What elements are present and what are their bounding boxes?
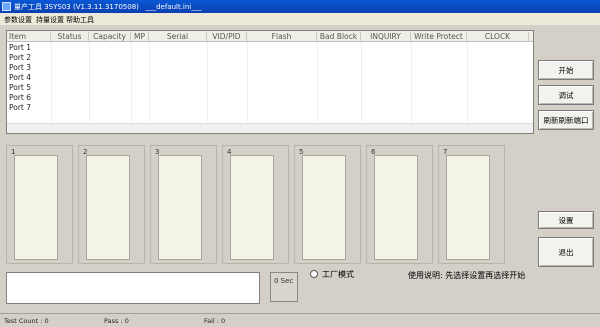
column-divider xyxy=(149,42,150,122)
column-divider xyxy=(207,42,208,122)
col-write-protect[interactable]: Write Protect xyxy=(411,32,467,42)
port-panel-display xyxy=(302,155,346,260)
table-row[interactable]: Port 6 xyxy=(9,93,31,103)
col-serial[interactable]: Serial xyxy=(149,32,207,42)
port-panel-4: 4 xyxy=(222,145,289,264)
port-panel-3: 3 xyxy=(150,145,217,264)
column-divider xyxy=(247,42,248,122)
column-divider xyxy=(51,42,52,122)
table-row[interactable]: Port 1 xyxy=(9,43,31,53)
column-divider xyxy=(411,42,412,122)
factory-mode-label: 工厂模式 xyxy=(322,270,354,279)
port-panel-display xyxy=(230,155,274,260)
title-bar: 量产工具 3SYS03 (V1.3.11.3170508) ___default… xyxy=(0,0,600,13)
start-button[interactable]: 开始 xyxy=(538,60,594,80)
port-panel-display xyxy=(86,155,130,260)
table-header: Item Status Capacity MP Serial VID/PID F… xyxy=(7,31,533,42)
table-row[interactable]: Port 5 xyxy=(9,83,31,93)
port-panel-7: 7 xyxy=(438,145,505,264)
port-panel-display xyxy=(158,155,202,260)
window-title: 量产工具 3SYS03 (V1.3.11.3170508) ___default… xyxy=(14,3,202,11)
usage-hint: 使用说明: 先选择设置再选择开始 xyxy=(408,271,526,280)
port-table[interactable]: Item Status Capacity MP Serial VID/PID F… xyxy=(6,30,534,134)
status-bar: Test Count : 0 Pass : 0 Fail : 0 xyxy=(0,313,600,327)
port-panel-display xyxy=(374,155,418,260)
table-row[interactable]: Port 4 xyxy=(9,73,31,83)
table-horizontal-scrollbar[interactable] xyxy=(7,123,533,133)
col-vid-pid[interactable]: VID/PID xyxy=(207,32,247,42)
menu-bar: 参数设置 持量设置 帮助工具 xyxy=(0,13,600,25)
col-mp[interactable]: MP xyxy=(131,32,149,42)
column-divider xyxy=(89,42,90,122)
column-divider xyxy=(131,42,132,122)
table-row[interactable]: Port 7 xyxy=(9,103,31,113)
debug-button[interactable]: 调试 xyxy=(538,85,594,105)
col-status[interactable]: Status xyxy=(51,32,89,42)
menu-batch-settings[interactable]: 持量设置 xyxy=(36,15,64,25)
column-divider xyxy=(361,42,362,122)
fail-count: Fail : 0 xyxy=(204,317,226,325)
port-panel-display xyxy=(14,155,58,260)
app-icon xyxy=(2,2,11,11)
settings-button[interactable]: 设置 xyxy=(538,211,594,229)
col-inquiry[interactable]: INQUIRY xyxy=(361,32,411,42)
col-clock[interactable]: CLOCK xyxy=(467,32,529,42)
exit-button[interactable]: 退出 xyxy=(538,237,594,267)
port-panel-2: 2 xyxy=(78,145,145,264)
col-flash[interactable]: Flash xyxy=(247,32,317,42)
col-bad-block[interactable]: Bad Block xyxy=(317,32,361,42)
column-divider xyxy=(467,42,468,122)
port-panel-1: 1 xyxy=(6,145,73,264)
timer-button[interactable]: 0 Sec xyxy=(270,272,298,302)
col-capacity[interactable]: Capacity xyxy=(89,32,131,42)
refresh-ports-button[interactable]: 刷新刷新端口 xyxy=(538,110,594,130)
menu-param-settings[interactable]: 参数设置 xyxy=(4,15,32,25)
pass-count: Pass : 0 xyxy=(104,317,129,325)
factory-mode-radio[interactable] xyxy=(310,270,318,278)
port-panel-display xyxy=(446,155,490,260)
port-panel-5: 5 xyxy=(294,145,361,264)
test-count: Test Count : 0 xyxy=(4,317,49,325)
menu-help-tools[interactable]: 帮助工具 xyxy=(66,15,94,25)
table-row[interactable]: Port 2 xyxy=(9,53,31,63)
table-row[interactable]: Port 3 xyxy=(9,63,31,73)
column-divider xyxy=(317,42,318,122)
port-panel-6: 6 xyxy=(366,145,433,264)
log-output-box[interactable] xyxy=(6,272,260,304)
col-item[interactable]: Item xyxy=(7,32,51,42)
